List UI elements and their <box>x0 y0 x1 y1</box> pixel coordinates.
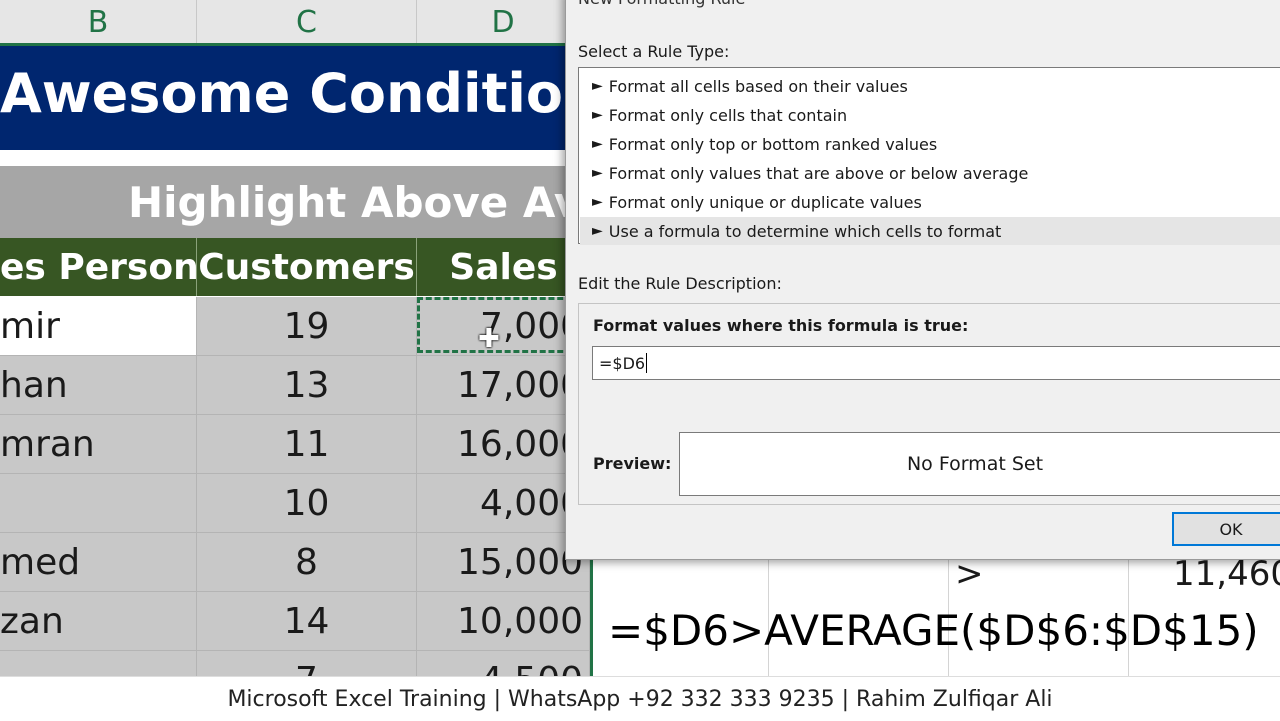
cell-sales-person[interactable]: zan <box>0 592 197 650</box>
triangle-right-icon: ► <box>592 194 603 210</box>
triangle-right-icon: ► <box>592 107 603 123</box>
new-formatting-rule-dialog: New Formatting Rule Select a Rule Type: … <box>565 0 1280 560</box>
cell-customers[interactable]: 10 <box>197 474 417 532</box>
cell-sales[interactable]: 4,500 <box>417 651 590 676</box>
table-row: med 8 15,000 <box>0 533 590 592</box>
cell-operator[interactable]: > <box>955 554 984 594</box>
cell-customers[interactable]: 11 <box>197 415 417 473</box>
table-row: 10 4,000 <box>0 474 590 533</box>
preview-label: Preview: <box>593 454 672 473</box>
cell-sales-person[interactable]: med <box>0 533 197 591</box>
triangle-right-icon: ► <box>592 78 603 94</box>
ok-button[interactable]: OK <box>1172 512 1280 546</box>
table-row: 7 4,500 <box>0 651 590 676</box>
header-sales-person[interactable]: es Person <box>0 238 197 296</box>
rule-type-label: Format only values that are above or bel… <box>608 163 1029 183</box>
rule-type-item[interactable]: ► Format only unique or duplicate values <box>580 188 1280 216</box>
rule-type-item[interactable]: ► Format all cells based on their values <box>580 72 1280 100</box>
text-caret <box>646 353 648 373</box>
column-header-c[interactable]: C <box>197 0 417 44</box>
preview-text: No Format Set <box>906 453 1044 475</box>
footer-text: Microsoft Excel Training | WhatsApp +92 … <box>227 686 1053 712</box>
rule-type-item[interactable]: ► Format only cells that contain <box>580 101 1280 129</box>
cell-customers[interactable]: 8 <box>197 533 417 591</box>
cell-sales[interactable]: 10,000 <box>417 592 590 650</box>
formula-prompt-label: Format values where this formula is true… <box>593 316 969 335</box>
rule-type-item[interactable]: ► Format only top or bottom ranked values <box>580 130 1280 158</box>
edit-rule-description-label: Edit the Rule Description: <box>578 274 782 293</box>
rule-type-label: Format only cells that contain <box>608 105 848 125</box>
column-letter: D <box>491 4 515 40</box>
cell-average-value[interactable]: 11,460 <box>1173 554 1280 594</box>
formula-input[interactable]: =$D6 <box>592 346 1280 380</box>
header-customers[interactable]: Customers <box>197 238 417 296</box>
footer-banner: Microsoft Excel Training | WhatsApp +92 … <box>0 676 1280 721</box>
formula-annotation: =$D6>AVERAGE($D$6:$D$15) <box>608 606 1259 655</box>
cell-sales-person[interactable] <box>0 651 197 676</box>
sheet-title: Awesome Conditional <box>0 62 590 125</box>
cell-sales-person[interactable] <box>0 474 197 532</box>
rule-type-label: Format all cells based on their values <box>608 76 908 96</box>
rule-type-item-selected[interactable]: ► Use a formula to determine which cells … <box>580 217 1280 245</box>
column-letter: B <box>87 4 109 40</box>
cell-customers[interactable]: 13 <box>197 356 417 414</box>
dialog-title: New Formatting Rule <box>578 0 745 8</box>
cell-sales-person[interactable]: mran <box>0 415 197 473</box>
formula-input-value: =$D6 <box>599 353 646 373</box>
rule-description-panel: Format values where this formula is true… <box>578 303 1280 505</box>
triangle-right-icon: ► <box>592 165 603 181</box>
table-row: han 13 17,000 <box>0 356 590 415</box>
cell-customers[interactable]: 19 <box>197 297 417 355</box>
select-rule-type-label: Select a Rule Type: <box>578 42 730 61</box>
column-header-b[interactable]: B <box>0 0 197 44</box>
rule-type-label: Format only top or bottom ranked values <box>608 134 938 154</box>
table-header-row: es Person Customers Sales <box>0 238 590 296</box>
triangle-right-icon: ► <box>592 223 603 239</box>
cell-sales-person[interactable]: han <box>0 356 197 414</box>
table-row: zan 14 10,000 <box>0 592 590 651</box>
move-cursor-icon: ✚ <box>478 324 500 354</box>
cell-sales-person[interactable]: mir <box>0 297 197 355</box>
table-row: mran 11 16,000 <box>0 415 590 474</box>
cell-customers[interactable]: 14 <box>197 592 417 650</box>
rule-type-item[interactable]: ► Format only values that are above or be… <box>580 159 1280 187</box>
title-band: Awesome Conditional <box>0 46 590 150</box>
column-letter: C <box>296 4 317 40</box>
rule-type-label: Format only unique or duplicate values <box>608 192 922 212</box>
rule-type-label: Use a formula to determine which cells t… <box>608 221 1002 241</box>
subtitle-band: Highlight Above Ave <box>0 166 590 238</box>
sheet-subtitle: Highlight Above Ave <box>128 178 590 227</box>
preview-box: No Format Set <box>679 432 1280 496</box>
triangle-right-icon: ► <box>592 136 603 152</box>
table-row: mir 19 7,000 <box>0 297 590 356</box>
rule-type-list[interactable]: ► Format all cells based on their values … <box>578 67 1280 245</box>
cell-customers[interactable]: 7 <box>197 651 417 676</box>
